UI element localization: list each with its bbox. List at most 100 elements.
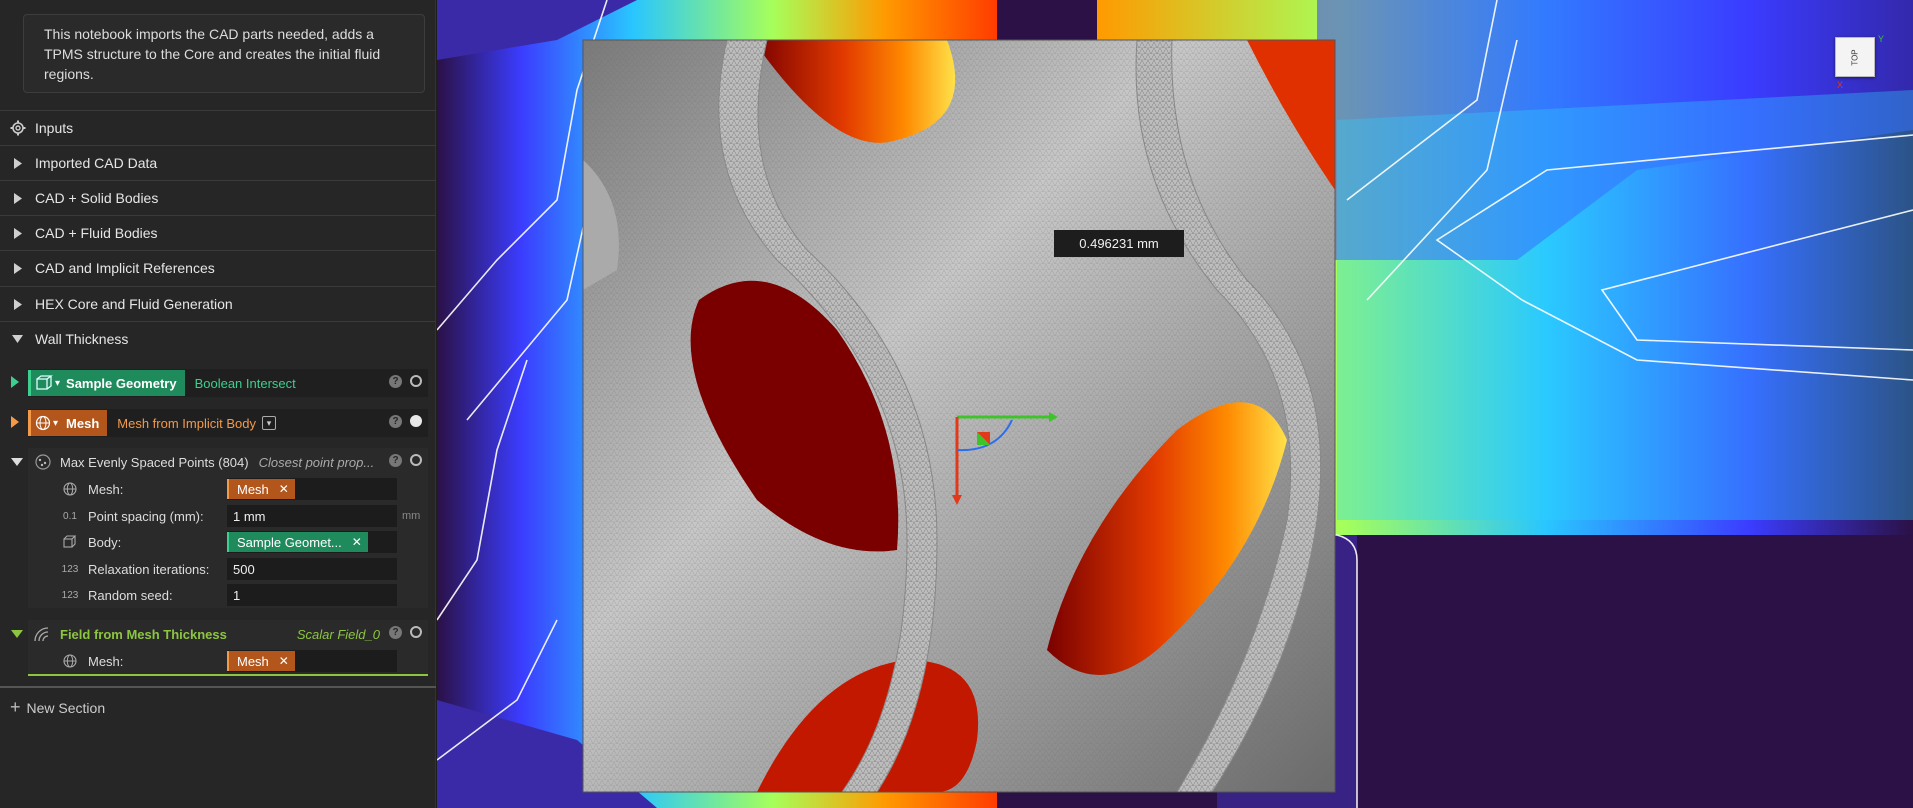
section-label: Imported CAD Data [35, 155, 158, 171]
mesh-chip[interactable]: Mesh ✕ [227, 479, 295, 499]
param-body: Body: Sample Geomet... ✕ [55, 529, 430, 555]
param-body-field[interactable]: Sample Geomet... ✕ [227, 531, 397, 553]
caret-right-icon [0, 192, 35, 204]
param-mesh: Mesh: Mesh ✕ [55, 476, 430, 502]
close-icon[interactable]: ✕ [279, 482, 289, 496]
plus-icon: + [10, 697, 21, 717]
view-cube[interactable]: TOP [1835, 37, 1875, 77]
node-type: Mesh from Implicit Body [117, 415, 256, 431]
visibility-toggle-icon[interactable] [410, 415, 422, 427]
param-label: Relaxation iterations: [88, 561, 210, 577]
visibility-toggle-icon[interactable] [410, 454, 422, 466]
node-max-evenly-spaced-points[interactable]: Max Evenly Spaced Points (804) Closest p… [11, 448, 428, 476]
decimal-icon: 0.1 [63, 510, 77, 522]
section-cad-implicit-references[interactable]: CAD and Implicit References [0, 250, 436, 285]
param-label: Random seed: [88, 587, 173, 603]
node-badge[interactable]: ▾ Mesh [28, 410, 108, 436]
points-icon [35, 454, 51, 470]
type-dropdown-icon[interactable]: ▾ [261, 416, 276, 430]
node-type: Closest point prop... [258, 454, 375, 470]
axis-x-label: X [1837, 80, 1844, 90]
node-mesh[interactable]: ▾ Mesh Mesh from Implicit Body ▾ ? [11, 409, 428, 437]
caret-right-icon[interactable] [11, 376, 19, 388]
new-section-button[interactable]: + New Section [10, 697, 105, 718]
integer-icon: 123 [61, 589, 79, 601]
caret-right-icon[interactable] [11, 416, 19, 428]
section-label: CAD + Fluid Bodies [35, 225, 158, 241]
point-spacing-input[interactable]: 1 mm [227, 505, 397, 527]
param-relaxation-iterations: 123 Relaxation iterations: 500 [55, 556, 430, 582]
chip-label: Mesh [237, 481, 269, 497]
integer-icon: 123 [61, 563, 79, 575]
help-icon[interactable]: ? [389, 375, 402, 388]
random-seed-input[interactable]: 1 [227, 584, 397, 606]
unit-label: mm [402, 510, 421, 522]
node-field-from-mesh-thickness[interactable]: Field from Mesh Thickness Scalar Field_0… [11, 620, 428, 648]
axis-y-label: Y [1878, 34, 1885, 44]
section-wall-thickness[interactable]: Wall Thickness [0, 321, 436, 356]
param-field-mesh: Mesh: Mesh ✕ [55, 648, 430, 674]
node-type: Boolean Intersect [194, 375, 296, 391]
measurement-tooltip: 0.496231 mm [1054, 230, 1184, 257]
help-icon[interactable]: ? [389, 626, 402, 639]
field-icon [34, 627, 49, 642]
notebook-panel: This notebook imports the CAD parts need… [0, 0, 436, 808]
body-icon [61, 535, 79, 549]
section-label: Wall Thickness [35, 331, 129, 347]
notebook-description: This notebook imports the CAD parts need… [23, 14, 425, 93]
caret-down-icon [0, 335, 35, 343]
visibility-toggle-icon[interactable] [410, 375, 422, 387]
node-name: Sample Geometry [66, 375, 177, 391]
close-icon[interactable]: ✕ [279, 654, 289, 668]
chip-label: Sample Geomet... [237, 534, 342, 550]
section-label: CAD + Solid Bodies [35, 190, 159, 206]
section-cad-solid-bodies[interactable]: CAD + Solid Bodies [0, 180, 436, 215]
globe-icon [61, 482, 79, 496]
chevron-down-icon[interactable]: ▾ [53, 418, 58, 429]
node-badge[interactable]: ▾ Sample Geometry [28, 370, 185, 396]
caret-right-icon [0, 157, 35, 169]
3d-viewport[interactable]: 0.496231 mm TOP Y X [437, 0, 1913, 808]
param-label: Point spacing (mm): [88, 508, 204, 524]
caret-down-icon[interactable] [11, 458, 23, 466]
chip-label: Mesh [237, 653, 269, 669]
visibility-toggle-icon[interactable] [410, 626, 422, 638]
param-field-mesh-input[interactable]: Mesh ✕ [227, 650, 397, 672]
section-imported-cad-data[interactable]: Imported CAD Data [0, 145, 436, 180]
caret-right-icon [0, 298, 35, 310]
caret-down-icon[interactable] [11, 630, 23, 638]
section-label: HEX Core and Fluid Generation [35, 296, 233, 312]
section-hex-core-fluid[interactable]: HEX Core and Fluid Generation [0, 286, 436, 321]
globe-icon [61, 654, 79, 668]
param-label: Mesh: [88, 653, 124, 669]
section-cad-fluid-bodies[interactable]: CAD + Fluid Bodies [0, 215, 436, 250]
body-chip[interactable]: Sample Geomet... ✕ [227, 532, 368, 552]
param-mesh-field[interactable]: Mesh ✕ [227, 478, 397, 500]
chevron-down-icon[interactable]: ▾ [55, 378, 60, 389]
section-label: Inputs [35, 120, 74, 136]
section-label: CAD and Implicit References [35, 260, 215, 276]
param-label: Mesh: [88, 481, 124, 497]
node-name: Field from Mesh Thickness [60, 626, 227, 642]
param-random-seed: 123 Random seed: 1 [55, 582, 430, 608]
view-cube-face-label: TOP [1850, 48, 1860, 66]
node-name: Mesh [66, 415, 100, 431]
scene-render [437, 0, 1913, 808]
gear-icon [0, 120, 35, 136]
close-icon[interactable]: ✕ [352, 535, 362, 549]
relaxation-iterations-input[interactable]: 500 [227, 558, 397, 580]
new-section-label: New Section [26, 699, 106, 716]
caret-right-icon [0, 262, 35, 274]
node-type: Scalar Field_0 [296, 626, 380, 642]
param-point-spacing: 0.1 Point spacing (mm): 1 mm mm [55, 503, 430, 529]
help-icon[interactable]: ? [389, 415, 402, 428]
param-label: Body: [88, 534, 122, 550]
node-sample-geometry[interactable]: ▾ Sample Geometry Boolean Intersect ? [11, 369, 428, 397]
body-icon [36, 375, 53, 390]
help-icon[interactable]: ? [389, 454, 402, 467]
mesh-chip[interactable]: Mesh ✕ [227, 651, 295, 671]
node-name: Max Evenly Spaced Points (804) [60, 454, 249, 470]
section-inputs[interactable]: Inputs [0, 110, 436, 145]
section-divider [0, 686, 436, 688]
caret-right-icon [0, 227, 35, 239]
